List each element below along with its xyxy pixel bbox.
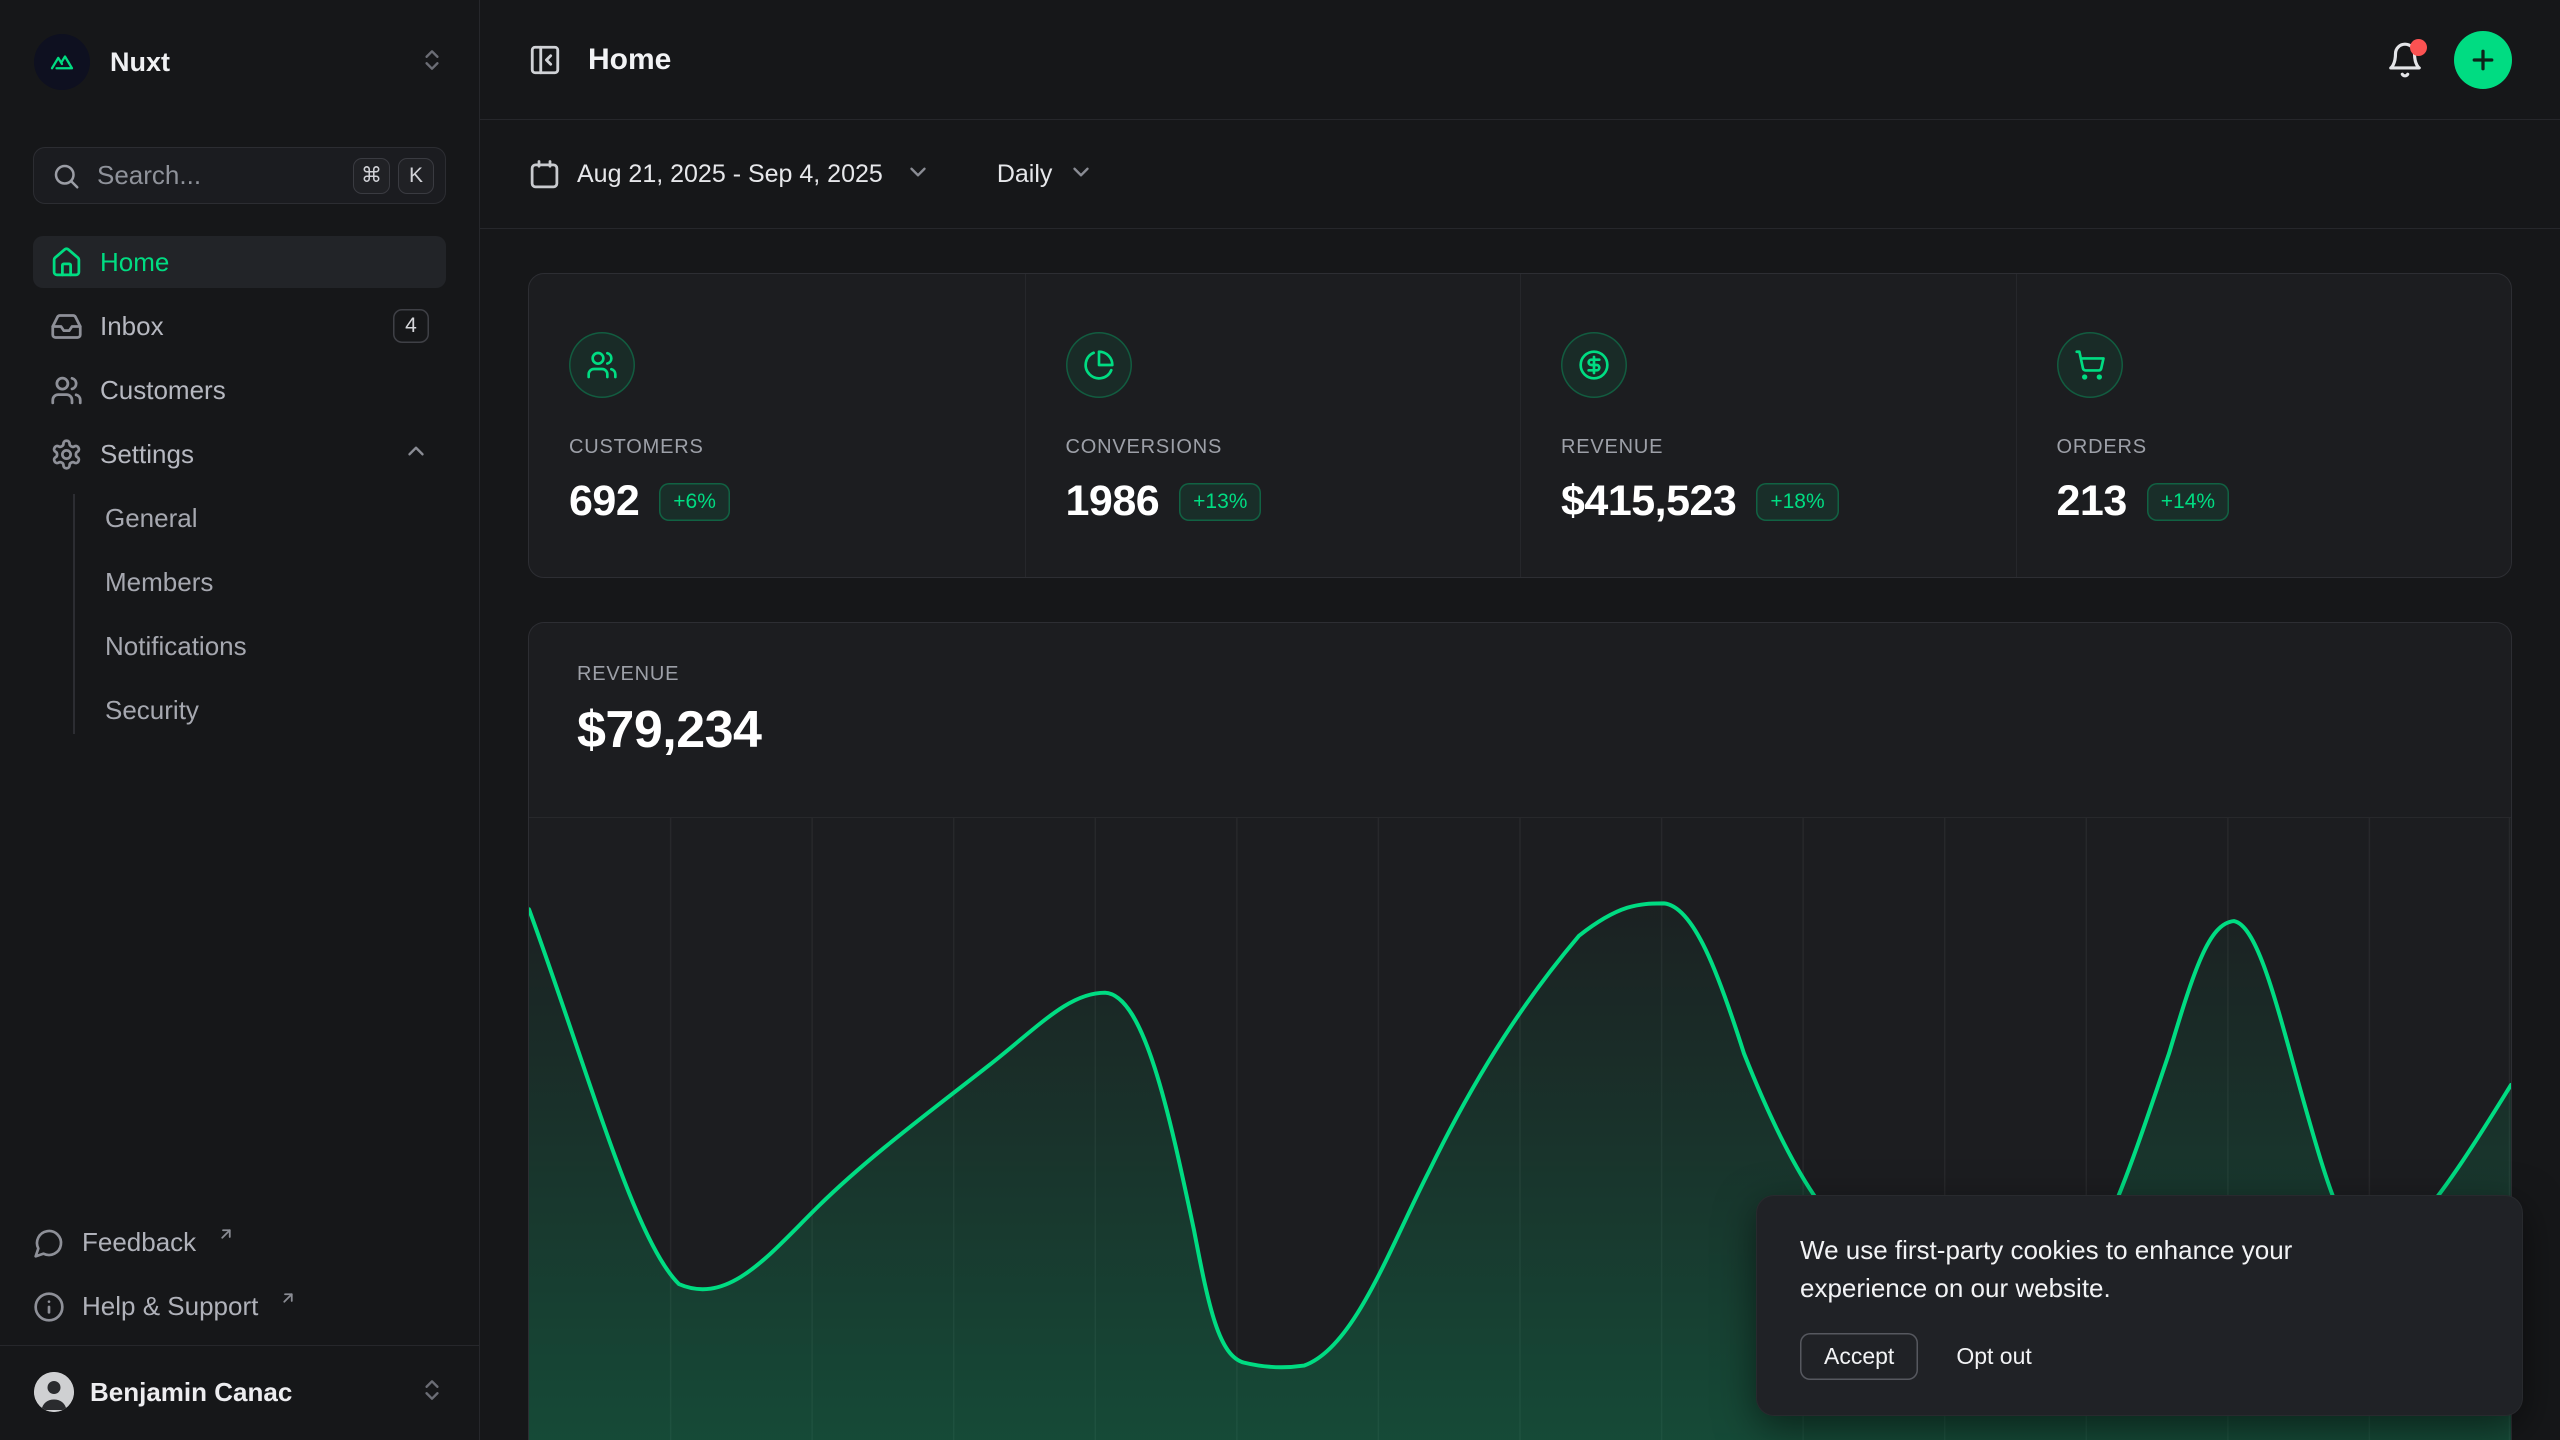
sidebar-item-general[interactable]: General — [33, 492, 446, 544]
user-name: Benjamin Canac — [90, 1377, 292, 1408]
sidebar-item-customers[interactable]: Customers — [33, 364, 446, 416]
stat-value: 692 — [569, 477, 639, 526]
cookie-message: We use first-party cookies to enhance yo… — [1800, 1231, 2400, 1307]
stat-delta-badge: +18% — [1756, 483, 1838, 521]
home-icon — [50, 246, 83, 279]
chevron-down-icon — [1068, 159, 1094, 190]
granularity-select[interactable]: Daily — [997, 159, 1095, 190]
stat-revenue[interactable]: REVENUE $415,523 +18% — [1520, 274, 2016, 577]
search-icon — [51, 161, 81, 191]
stat-value: 213 — [2057, 477, 2127, 526]
sidebar-collapse-icon[interactable] — [528, 43, 562, 77]
chevron-down-icon — [905, 159, 931, 190]
search-placeholder: Search... — [97, 160, 201, 191]
stat-delta-badge: +6% — [659, 483, 730, 521]
revenue-chart-label: REVENUE — [577, 663, 2463, 686]
help-support-link[interactable]: Help & Support — [33, 1279, 446, 1331]
revenue-chart-value: $79,234 — [577, 700, 2463, 760]
sidebar-item-settings[interactable]: Settings — [33, 428, 446, 480]
sidebar-item-label: Inbox — [100, 311, 164, 342]
sidebar-item-label: Home — [100, 247, 169, 278]
stats-card: CUSTOMERS 692 +6% CONVERSIONS 1986 — [528, 273, 2512, 578]
feedback-link[interactable]: Feedback — [33, 1215, 446, 1267]
users-icon — [50, 374, 83, 407]
users-icon — [569, 332, 635, 398]
message-circle-icon — [33, 1227, 65, 1266]
plus-icon — [2468, 45, 2498, 75]
calendar-icon — [528, 158, 561, 191]
stat-conversions[interactable]: CONVERSIONS 1986 +13% — [1025, 274, 1521, 577]
dollar-circle-icon — [1561, 332, 1627, 398]
page-title: Home — [588, 43, 671, 77]
filters-toolbar: Aug 21, 2025 - Sep 4, 2025 Daily — [480, 120, 2560, 229]
stat-orders[interactable]: ORDERS 213 +14% — [2016, 274, 2512, 577]
info-icon — [33, 1291, 65, 1330]
sidebar-item-security[interactable]: Security — [33, 684, 446, 736]
arrow-up-right-icon — [279, 1283, 297, 1314]
page-header: Home — [480, 0, 2560, 120]
add-button[interactable] — [2454, 31, 2512, 89]
opt-out-button[interactable]: Opt out — [1956, 1343, 2031, 1370]
brand-name: Nuxt — [110, 47, 170, 78]
search-input[interactable]: Search... ⌘ K — [33, 147, 446, 204]
k-kbd: K — [398, 158, 434, 194]
sidebar-divider — [0, 1345, 479, 1346]
date-range-picker[interactable]: Aug 21, 2025 - Sep 4, 2025 — [528, 158, 931, 191]
stat-value: $415,523 — [1561, 477, 1736, 526]
accept-button[interactable]: Accept — [1800, 1333, 1918, 1380]
sidebar-item-label: Settings — [100, 439, 194, 470]
command-kbd: ⌘ — [353, 158, 390, 194]
sidebar-item-notifications[interactable]: Notifications — [33, 620, 446, 672]
chevron-up-down-icon — [419, 1377, 445, 1408]
notifications-button[interactable] — [2386, 41, 2424, 79]
settings-subnav: General Members Notifications Security — [33, 492, 446, 736]
sidebar: Nuxt Search... ⌘ K — [0, 0, 480, 1440]
cart-icon — [2057, 332, 2123, 398]
stat-label: CUSTOMERS — [569, 436, 985, 459]
inbox-icon — [50, 310, 83, 343]
inbox-count-badge: 4 — [393, 309, 429, 343]
sidebar-nav: Home Inbox 4 C — [33, 236, 446, 480]
stat-label: REVENUE — [1561, 436, 1976, 459]
stat-delta-badge: +13% — [1179, 483, 1261, 521]
stat-label: ORDERS — [2057, 436, 2472, 459]
stat-label: CONVERSIONS — [1066, 436, 1481, 459]
team-switcher[interactable]: Nuxt — [24, 33, 455, 91]
stat-customers[interactable]: CUSTOMERS 692 +6% — [529, 274, 1025, 577]
date-range-value: Aug 21, 2025 - Sep 4, 2025 — [577, 160, 883, 189]
stat-value: 1986 — [1066, 477, 1160, 526]
avatar — [34, 1372, 74, 1412]
sidebar-item-members[interactable]: Members — [33, 556, 446, 608]
sidebar-item-home[interactable]: Home — [33, 236, 446, 288]
sidebar-item-inbox[interactable]: Inbox 4 — [33, 300, 446, 352]
pie-chart-icon — [1066, 332, 1132, 398]
sidebar-item-label: Customers — [100, 375, 226, 406]
sidebar-footer-links: Feedback Help & Support — [33, 1215, 446, 1331]
nuxt-logo-icon — [34, 34, 90, 90]
chevron-up-icon — [403, 438, 429, 471]
arrow-up-right-icon — [217, 1219, 235, 1250]
stat-delta-badge: +14% — [2147, 483, 2229, 521]
notification-dot — [2410, 39, 2427, 56]
settings-icon — [50, 438, 83, 471]
granularity-value: Daily — [997, 160, 1053, 189]
cookie-banner: We use first-party cookies to enhance yo… — [1756, 1195, 2523, 1416]
user-menu[interactable]: Benjamin Canac — [20, 1362, 459, 1422]
chevron-up-down-icon — [419, 47, 445, 78]
